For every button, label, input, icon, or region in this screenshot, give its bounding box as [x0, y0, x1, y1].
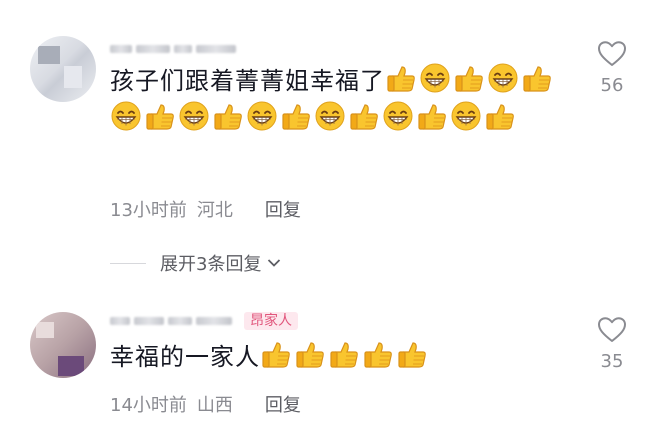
- comment-item: 孩子们跟着菁菁姐幸福了 13小时前 河北 回复 56 展开3条回复: [0, 0, 660, 275]
- reply-button[interactable]: 回复: [265, 196, 301, 222]
- blurred-name-part: [110, 45, 132, 53]
- thumbs-up-emoji-icon: [144, 100, 176, 132]
- grin-emoji-icon: [487, 62, 519, 94]
- expand-replies-label: 展开3条回复: [160, 254, 262, 275]
- thumbs-up-emoji-icon: [521, 62, 553, 94]
- comment-location: 河北: [196, 200, 233, 221]
- comment-location: 山西: [196, 395, 233, 416]
- thumbs-up-emoji-icon: [396, 338, 428, 370]
- comment-text: 孩子们跟着菁菁姐幸福了: [110, 62, 565, 138]
- thumbs-up-emoji-icon: [362, 338, 394, 370]
- thumbs-up-emoji-icon: [416, 100, 448, 132]
- comment-time: 13小时前: [110, 200, 187, 221]
- grin-emoji-icon: [178, 100, 210, 132]
- like-button[interactable]: 56: [592, 40, 632, 96]
- comment-text-content: 幸福的一家人: [110, 343, 260, 371]
- blurred-name-part: [196, 317, 232, 325]
- grin-emoji-icon: [450, 100, 482, 132]
- avatar[interactable]: [30, 312, 96, 378]
- grin-emoji-icon: [314, 100, 346, 132]
- grin-emoji-icon: [246, 100, 278, 132]
- grin-emoji-icon: [419, 62, 451, 94]
- grin-emoji-icon: [110, 100, 142, 132]
- blurred-name-part: [196, 45, 236, 53]
- avatar[interactable]: [30, 36, 96, 102]
- thumbs-up-emoji-icon: [328, 338, 360, 370]
- like-count: 35: [600, 351, 624, 372]
- thumbs-up-emoji-icon: [484, 100, 516, 132]
- expand-replies-button[interactable]: 展开3条回复: [110, 250, 281, 276]
- blurred-name-part: [110, 317, 130, 325]
- blurred-name-part: [168, 317, 192, 325]
- chevron-down-icon: [268, 259, 281, 267]
- like-count: 56: [600, 75, 624, 96]
- thumbs-up-emoji-icon: [385, 62, 417, 94]
- comment-text-content: 孩子们跟着菁菁姐幸福了: [110, 67, 385, 95]
- comment-time: 14小时前: [110, 395, 187, 416]
- blurred-name-part: [136, 45, 170, 53]
- heart-icon: [598, 41, 626, 66]
- like-button[interactable]: 35: [592, 316, 632, 372]
- thumbs-up-emoji-icon: [348, 100, 380, 132]
- blurred-name-part: [134, 317, 164, 325]
- thumbs-up-emoji-icon: [260, 338, 292, 370]
- reply-button[interactable]: 回复: [265, 391, 301, 417]
- thumbs-up-emoji-icon: [453, 62, 485, 94]
- comment-meta: 13小时前 河北 回复: [110, 196, 301, 222]
- thumbs-up-emoji-icon: [294, 338, 326, 370]
- comment-text: 幸福的一家人: [110, 338, 565, 376]
- fan-badge: 昂家人: [244, 312, 298, 330]
- heart-icon: [598, 317, 626, 342]
- username-blurred[interactable]: 昂家人: [110, 312, 298, 330]
- divider-line: [110, 262, 146, 264]
- thumbs-up-emoji-icon: [280, 100, 312, 132]
- username-blurred[interactable]: [110, 42, 236, 56]
- grin-emoji-icon: [382, 100, 414, 132]
- emoji-group: [260, 343, 430, 371]
- blurred-name-part: [174, 45, 192, 53]
- comment-meta: 14小时前 山西 回复: [110, 391, 301, 417]
- thumbs-up-emoji-icon: [212, 100, 244, 132]
